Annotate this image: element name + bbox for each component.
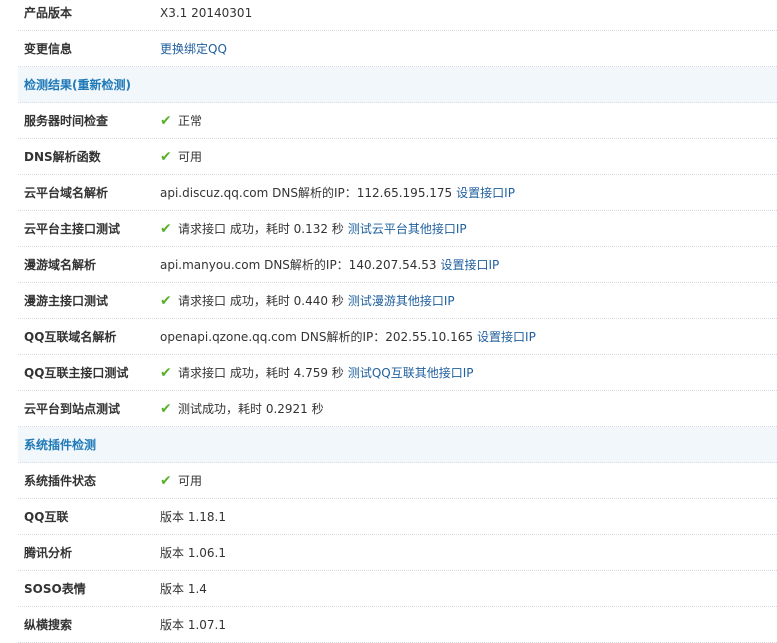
row-label: SOSO表情 xyxy=(24,582,86,596)
row-label: 云平台到站点测试 xyxy=(24,402,121,416)
value-text: 测试成功，耗时 0.2921 秒 xyxy=(178,402,324,416)
row-label: 系统插件状态 xyxy=(24,474,97,488)
table-row: 云平台主接口测试 ✔ 请求接口 成功，耗时 0.132 秒测试云平台其他接口IP xyxy=(18,211,777,247)
action-link[interactable]: 更换绑定QQ xyxy=(160,40,227,57)
table-row: 漫游主接口测试 ✔ 请求接口 成功，耗时 0.440 秒测试漫游其他接口IP xyxy=(18,283,777,319)
table-row: SOSO表情 版本 1.4 xyxy=(18,571,777,607)
row-label: DNS解析函数 xyxy=(24,150,101,164)
table-row: QQ互联 版本 1.18.1 xyxy=(18,499,777,535)
value-text: api.discuz.qq.com DNS解析的IP：112.65.195.17… xyxy=(160,186,453,200)
row-label: 漫游主接口测试 xyxy=(24,294,109,308)
value-text: 可用 xyxy=(178,150,203,164)
row-label: 变更信息 xyxy=(24,42,73,56)
value-text: 可用 xyxy=(178,474,203,488)
table-row: 漫游域名解析 api.manyou.com DNS解析的IP：140.207.54… xyxy=(18,247,777,283)
row-value: ✔ 请求接口 成功，耗时 0.440 秒测试漫游其他接口IP xyxy=(160,292,455,309)
section-header: 系统插件检测 xyxy=(18,427,777,463)
row-value: ✔ 正常 xyxy=(160,112,202,129)
table-row: 腾讯分析 版本 1.06.1 xyxy=(18,535,777,571)
row-value: X3.1 20140301 xyxy=(160,6,252,20)
row-value: 版本 1.06.1 xyxy=(160,544,226,561)
value-text: 版本 1.06.1 xyxy=(160,546,226,560)
table-row: 云平台域名解析 api.discuz.qq.com DNS解析的IP：112.65… xyxy=(18,175,777,211)
value-text: 请求接口 成功，耗时 4.759 秒 xyxy=(178,366,344,380)
table-row: QQ互联域名解析 openapi.qzone.qq.com DNS解析的IP：20… xyxy=(18,319,777,355)
value-text: 请求接口 成功，耗时 0.132 秒 xyxy=(178,222,344,236)
action-link[interactable]: 设置接口IP xyxy=(477,328,536,345)
row-value: ✔ 可用 xyxy=(160,472,202,489)
row-label: 纵横搜索 xyxy=(24,618,73,632)
row-value: api.discuz.qq.com DNS解析的IP：112.65.195.17… xyxy=(160,184,515,201)
value-text: openapi.qzone.qq.com DNS解析的IP：202.55.10.… xyxy=(160,330,474,344)
row-label: QQ互联 xyxy=(24,510,69,524)
value-text: 版本 1.07.1 xyxy=(160,618,226,632)
table-row: 产品版本 X3.1 20140301 xyxy=(18,0,777,31)
row-value: api.manyou.com DNS解析的IP：140.207.54.53 设置接… xyxy=(160,256,499,273)
row-value: ✔ 测试成功，耗时 0.2921 秒 xyxy=(160,400,324,417)
action-link[interactable]: 测试漫游其他接口IP xyxy=(348,292,455,309)
row-label: 云平台主接口测试 xyxy=(24,222,121,236)
check-icon: ✔ xyxy=(160,400,172,417)
value-text: X3.1 20140301 xyxy=(160,5,253,20)
value-text: 版本 1.18.1 xyxy=(160,510,226,524)
table-row: 服务器时间检查 ✔ 正常 xyxy=(18,103,777,139)
row-value: ✔ 请求接口 成功，耗时 4.759 秒测试QQ互联其他接口IP xyxy=(160,364,473,381)
action-link[interactable]: 测试云平台其他接口IP xyxy=(348,220,467,237)
row-value: openapi.qzone.qq.com DNS解析的IP：202.55.10.… xyxy=(160,328,536,345)
value-text: 请求接口 成功，耗时 0.440 秒 xyxy=(178,294,344,308)
row-label: 腾讯分析 xyxy=(24,546,73,560)
row-value: 版本 1.07.1 xyxy=(160,616,226,633)
row-value: ✔ 可用 xyxy=(160,148,202,165)
action-link[interactable]: 设置接口IP xyxy=(440,256,499,273)
row-label: 产品版本 xyxy=(24,6,73,20)
row-label: QQ互联主接口测试 xyxy=(24,366,129,380)
check-icon: ✔ xyxy=(160,220,172,237)
value-text: api.manyou.com DNS解析的IP：140.207.54.53 xyxy=(160,258,437,272)
check-icon: ✔ xyxy=(160,148,172,165)
row-value: ✔ 请求接口 成功，耗时 0.132 秒测试云平台其他接口IP xyxy=(160,220,467,237)
table-row: 云平台到站点测试 ✔ 测试成功，耗时 0.2921 秒 xyxy=(18,391,777,427)
section-header: 检测结果(重新检测) xyxy=(18,67,777,103)
row-label: 云平台域名解析 xyxy=(24,186,109,200)
table-row: QQ互联主接口测试 ✔ 请求接口 成功，耗时 4.759 秒测试QQ互联其他接口IP xyxy=(18,355,777,391)
table-row: DNS解析函数 ✔ 可用 xyxy=(18,139,777,175)
table-row: 纵横搜索 版本 1.07.1 xyxy=(18,607,777,643)
section-title[interactable]: 检测结果(重新检测) xyxy=(18,76,131,93)
section-title: 系统插件检测 xyxy=(24,438,97,452)
row-label: 服务器时间检查 xyxy=(24,114,109,128)
row-label: QQ互联域名解析 xyxy=(24,330,117,344)
table-row: 变更信息 更换绑定QQ xyxy=(18,31,777,67)
check-icon: ✔ xyxy=(160,472,172,489)
action-link[interactable]: 测试QQ互联其他接口IP xyxy=(348,364,474,381)
table-row: 系统插件状态 ✔ 可用 xyxy=(18,463,777,499)
row-value: 更换绑定QQ xyxy=(160,40,227,57)
check-icon: ✔ xyxy=(160,364,172,381)
action-link[interactable]: 设置接口IP xyxy=(456,184,515,201)
check-icon: ✔ xyxy=(160,112,172,129)
row-label: 漫游域名解析 xyxy=(24,258,97,272)
diagnostics-table: 产品版本 X3.1 20140301 变更信息 更换绑定QQ 检测结果(重新检测) 服务器… xyxy=(18,0,777,643)
value-text: 正常 xyxy=(178,114,203,128)
row-value: 版本 1.18.1 xyxy=(160,508,226,525)
row-value: 版本 1.4 xyxy=(160,580,207,597)
check-icon: ✔ xyxy=(160,292,172,309)
value-text: 版本 1.4 xyxy=(160,582,207,596)
